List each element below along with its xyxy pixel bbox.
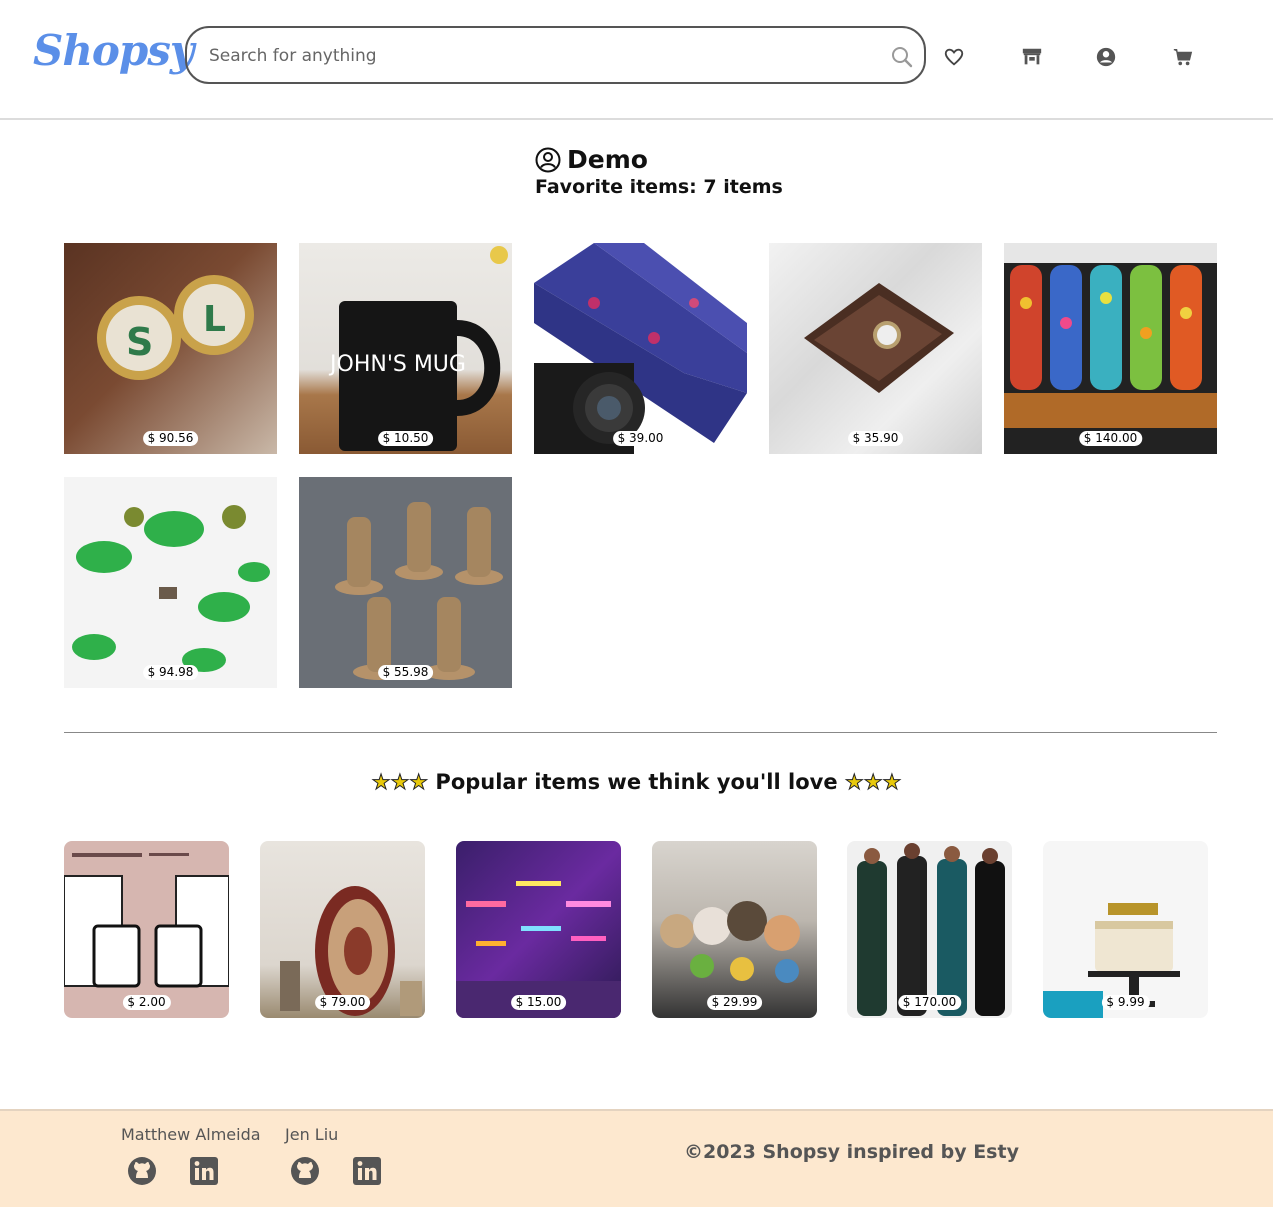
profile-section: Demo Favorite items: 7 items (535, 145, 783, 198)
price-tag: $ 35.90 (847, 431, 904, 446)
favorite-item[interactable]: $ 55.98 (299, 477, 512, 688)
favorite-item[interactable]: $ 140.00 (1004, 243, 1217, 454)
mug-text: JOHN'S MUG (328, 352, 466, 377)
popular-item[interactable]: $ 2.00 (64, 841, 229, 1018)
bullet-journal-image (64, 853, 229, 988)
cart-icon[interactable] (1172, 46, 1194, 68)
search-input[interactable] (207, 40, 871, 72)
shopsy-logo[interactable]: Shopsy (33, 26, 194, 75)
favorites-count: Favorite items: 7 items (535, 176, 783, 198)
popular-title-text: Popular items we think you'll love (435, 770, 838, 794)
popular-item[interactable]: $ 29.99 (652, 841, 817, 1018)
developer-name: Jen Liu (285, 1125, 339, 1144)
heart-icon[interactable] (943, 46, 965, 68)
popular-item[interactable]: $ 170.00 (847, 841, 1012, 1018)
search-icon[interactable] (890, 45, 914, 69)
user-circle-icon (535, 147, 561, 172)
camera-strap-image (534, 243, 747, 454)
store-icon[interactable] (1021, 46, 1043, 68)
favorites-label: Favorite items: (535, 176, 697, 198)
favorite-item[interactable]: $ 94.98 (64, 477, 277, 688)
developer-name: Matthew Almeida (121, 1125, 261, 1144)
price-tag: $ 10.50 (377, 431, 434, 446)
price-tag: $ 79.00 (314, 995, 371, 1010)
neon-signs-image (456, 881, 621, 1018)
price-tag: $ 55.98 (377, 665, 434, 680)
github-icon[interactable] (290, 1156, 320, 1186)
favorite-item[interactable]: $ 35.90 (769, 243, 982, 454)
popular-item[interactable]: $ 15.00 (456, 841, 621, 1018)
popular-item[interactable]: $ 9.99 (1043, 841, 1208, 1018)
pet-pillows-image (660, 901, 800, 983)
price-tag: $ 15.00 (510, 995, 567, 1010)
favorite-item[interactable]: JOHN'S MUG $ 10.50 (299, 243, 512, 454)
stained-glass-cats-image (1004, 243, 1217, 454)
search-bar[interactable] (185, 26, 926, 84)
favorites-count-value: 7 items (703, 176, 783, 198)
linkedin-icon[interactable] (189, 1156, 219, 1186)
price-tag: $ 29.99 (706, 995, 763, 1010)
profile-heading: Demo (535, 145, 783, 174)
star-icons: ★★★ (371, 770, 429, 795)
price-tag: $ 39.00 (612, 431, 669, 446)
leather-tray-image (804, 283, 954, 393)
price-tag: $ 9.99 (1101, 995, 1150, 1010)
svg-text:S: S (126, 320, 153, 364)
price-tag: $ 170.00 (897, 995, 962, 1010)
kimono-robes-image (857, 843, 1005, 1016)
footer: Matthew Almeida Jen Liu ©2023 Shopsy ins… (0, 1109, 1273, 1207)
svg-text:L: L (203, 299, 226, 340)
price-tag: $ 94.98 (142, 665, 199, 680)
decorative-disc-image (280, 886, 422, 1016)
section-divider (64, 732, 1217, 733)
samurai-miniatures-image (335, 502, 503, 680)
popular-item[interactable]: $ 79.00 (260, 841, 425, 1018)
popular-heading: ★★★ Popular items we think you'll love ★… (0, 770, 1273, 795)
cake-topper-image (1043, 903, 1180, 1018)
star-icons: ★★★ (844, 770, 902, 795)
header: Shopsy (0, 0, 1273, 120)
cufflinks-image: S L (97, 275, 254, 380)
price-tag: $ 90.56 (142, 431, 199, 446)
tabletop-terrain-image (72, 505, 270, 672)
price-tag: $ 140.00 (1078, 431, 1143, 446)
favorite-item[interactable]: S L $ 90.56 (64, 243, 277, 454)
github-icon[interactable] (127, 1156, 157, 1186)
price-tag: $ 2.00 (122, 995, 171, 1010)
user-account-icon[interactable] (1095, 46, 1117, 68)
linkedin-icon[interactable] (352, 1156, 382, 1186)
profile-name: Demo (567, 145, 648, 174)
favorite-item[interactable]: $ 39.00 (534, 243, 747, 454)
copyright-text: ©2023 Shopsy inspired by Esty (684, 1141, 1019, 1163)
mug-image: JOHN'S MUG (328, 246, 508, 451)
